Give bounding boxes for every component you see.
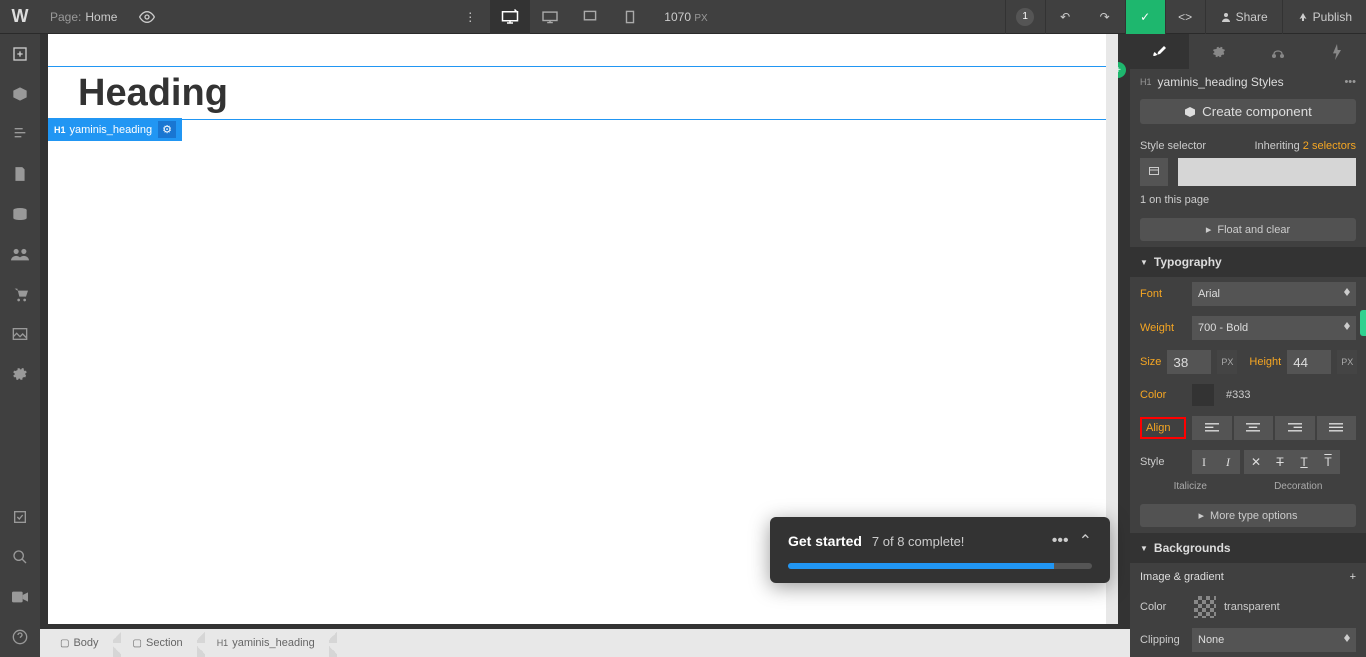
breadcrumb: ▢Body ▢Section H1yaminis_heading	[40, 629, 1130, 657]
toast-title: Get started	[788, 533, 862, 549]
italic-italic-button[interactable]: I	[1216, 450, 1240, 474]
italic-regular-button[interactable]: I	[1192, 450, 1216, 474]
undo-icon[interactable]: ↶	[1045, 0, 1085, 34]
breadcrumb-item[interactable]: H1yaminis_heading	[197, 629, 329, 657]
styles-more-icon[interactable]: •••	[1344, 76, 1356, 88]
clipping-select[interactable]: None	[1192, 628, 1356, 652]
weight-label: Weight	[1140, 322, 1186, 334]
status-ok-icon[interactable]: ✓	[1125, 0, 1165, 34]
add-element-icon[interactable]	[0, 34, 40, 74]
clipping-label: Clipping	[1140, 634, 1186, 646]
get-started-toast: Get started 7 of 8 complete! ••• ⌃	[770, 517, 1110, 583]
height-label: Height	[1249, 356, 1281, 368]
ecommerce-icon[interactable]	[0, 274, 40, 314]
canvas-width-display: 1070 PX	[650, 10, 721, 24]
preview-eye-icon[interactable]	[127, 0, 167, 34]
size-unit[interactable]: PX	[1217, 350, 1237, 374]
navigator-icon[interactable]	[0, 114, 40, 154]
section-icon: ▢	[133, 638, 142, 649]
users-icon[interactable]	[0, 234, 40, 274]
align-left-button[interactable]	[1192, 416, 1232, 440]
device-desktop-icon[interactable]	[530, 0, 570, 34]
element-tag: H1	[1140, 77, 1152, 87]
settings-icon[interactable]	[0, 354, 40, 394]
symbols-icon[interactable]	[0, 74, 40, 114]
align-label: Align	[1140, 417, 1186, 439]
video-icon[interactable]	[0, 577, 40, 617]
italicize-sublabel: Italicize	[1174, 481, 1207, 492]
font-select[interactable]: Arial	[1192, 282, 1356, 306]
style-selector-label: Style selector	[1140, 140, 1206, 152]
bg-color-swatch[interactable]	[1194, 596, 1216, 618]
selection-gear-icon[interactable]: ⚙	[158, 121, 176, 138]
inheriting-label: Inheriting 2 selectors	[1254, 140, 1356, 152]
breadcrumb-item[interactable]: ▢Body	[40, 629, 113, 657]
backgrounds-header[interactable]: ▼Backgrounds	[1130, 533, 1366, 563]
heading-text[interactable]: Heading	[78, 71, 1088, 115]
more-vertical-icon[interactable]: ⋮	[450, 0, 490, 34]
float-clear-button[interactable]: ▸ Float and clear	[1140, 218, 1356, 241]
bg-color-label: Color	[1140, 601, 1186, 613]
text-color-label: Color	[1140, 389, 1186, 401]
toast-collapse-icon[interactable]: ⌃	[1079, 531, 1092, 551]
create-component-button[interactable]: Create component	[1140, 99, 1356, 124]
image-gradient-row: Image & gradient +	[1130, 563, 1366, 591]
height-input[interactable]	[1287, 350, 1331, 374]
publish-button[interactable]: Publish	[1282, 0, 1366, 34]
size-label: Size	[1140, 356, 1161, 368]
selected-heading-element[interactable]: Heading	[48, 66, 1118, 120]
type-options-button[interactable]: ▸ More type options	[1140, 504, 1356, 527]
decoration-overline-button[interactable]: T	[1316, 450, 1340, 474]
toast-subtitle: 7 of 8 complete!	[872, 534, 965, 549]
webflow-logo[interactable]: W	[0, 0, 40, 34]
align-right-button[interactable]	[1275, 416, 1315, 440]
h1-icon: H1	[217, 638, 229, 648]
audit-icon[interactable]	[0, 497, 40, 537]
decoration-none-button[interactable]: ✕	[1244, 450, 1268, 474]
effects-tab-icon[interactable]	[1307, 34, 1366, 69]
share-button[interactable]: Share	[1205, 0, 1282, 34]
changes-badge[interactable]: 1	[1005, 0, 1045, 34]
breadcrumb-item[interactable]: ▢Section	[113, 629, 197, 657]
interactions-tab-icon[interactable]	[1248, 34, 1307, 69]
decoration-underline-button[interactable]: T	[1292, 450, 1316, 474]
selector-state-icon[interactable]	[1140, 158, 1168, 186]
add-bg-image-icon[interactable]: +	[1350, 571, 1356, 583]
body-icon: ▢	[60, 638, 69, 649]
device-phone-icon[interactable]	[610, 0, 650, 34]
style-tab-icon[interactable]	[1130, 34, 1189, 69]
text-color-swatch[interactable]	[1192, 384, 1214, 406]
side-handle[interactable]	[1360, 310, 1366, 336]
styles-title: yaminis_heading Styles	[1158, 75, 1284, 89]
selector-input[interactable]	[1178, 158, 1356, 186]
export-code-icon[interactable]: <>	[1165, 0, 1205, 34]
font-label: Font	[1140, 288, 1186, 300]
height-unit[interactable]: PX	[1337, 350, 1357, 374]
redo-icon[interactable]: ↷	[1085, 0, 1125, 34]
inheriting-link[interactable]: 2 selectors	[1303, 140, 1356, 152]
device-tablet-icon[interactable]	[570, 0, 610, 34]
decoration-sublabel: Decoration	[1274, 481, 1322, 492]
text-color-value[interactable]: #333	[1226, 389, 1250, 401]
toast-progress	[788, 563, 1092, 569]
style-label: Style	[1140, 456, 1186, 468]
typography-header[interactable]: ▼Typography	[1130, 247, 1366, 277]
settings-tab-icon[interactable]	[1189, 34, 1248, 69]
pages-icon[interactable]	[0, 154, 40, 194]
cms-icon[interactable]	[0, 194, 40, 234]
device-desktop-large-icon[interactable]	[490, 0, 530, 34]
size-input[interactable]	[1167, 350, 1211, 374]
decoration-strike-button[interactable]: T	[1268, 450, 1292, 474]
selection-tag-label[interactable]: H1 yaminis_heading ⚙	[48, 118, 182, 141]
page-selector[interactable]: Page: Home	[40, 10, 127, 24]
on-page-count: 1 on this page	[1140, 194, 1209, 206]
assets-icon[interactable]	[0, 314, 40, 354]
weight-select[interactable]: 700 - Bold	[1192, 316, 1356, 340]
toast-more-icon[interactable]: •••	[1052, 532, 1069, 550]
bg-color-value[interactable]: transparent	[1224, 601, 1280, 613]
align-justify-button[interactable]	[1317, 416, 1357, 440]
search-icon[interactable]	[0, 537, 40, 577]
align-center-button[interactable]	[1234, 416, 1274, 440]
help-icon[interactable]	[0, 617, 40, 657]
